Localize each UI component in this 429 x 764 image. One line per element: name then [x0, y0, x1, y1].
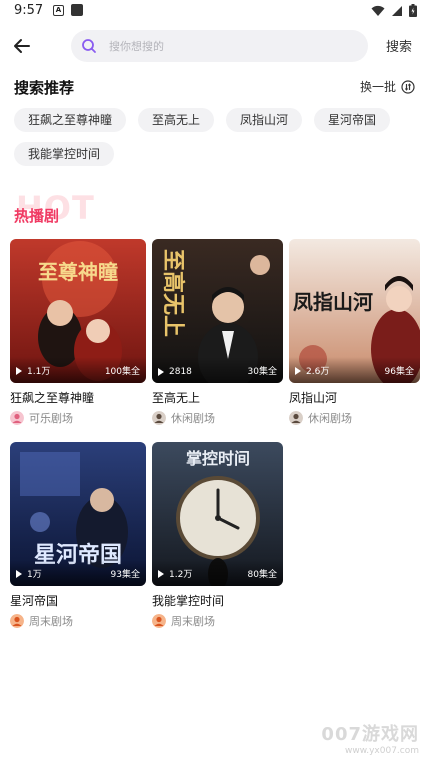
drama-card[interactable]: 掌控时间 1.2万 80集全 我能掌控时间 周末剧场: [152, 442, 283, 629]
back-button[interactable]: [10, 34, 34, 58]
status-icons: [371, 4, 417, 17]
notification-a-icon: A: [53, 5, 64, 16]
studio-avatar: [10, 614, 24, 628]
drama-title[interactable]: 狂飙之至尊神瞳: [10, 389, 146, 406]
watermark-url: www.yx007.com: [344, 746, 419, 756]
drama-card[interactable]: 凤指山河 2.6万 96集全 凤指山河 休闲剧场: [289, 239, 420, 426]
poster-title-text: 掌控时间: [186, 449, 250, 468]
signal-icon: [392, 5, 402, 16]
play-icon: [158, 569, 164, 578]
play-count: 1.2万: [158, 567, 192, 580]
site-watermark: 007游戏网 www.yx007.com: [321, 720, 419, 756]
back-arrow-icon: [14, 39, 30, 53]
play-count-value: 2818: [169, 367, 192, 377]
play-count: 1.1万: [16, 364, 50, 377]
poster-title-text: 凤指山河: [293, 290, 373, 314]
refresh-label: 换一批: [360, 80, 397, 94]
play-icon: [295, 366, 301, 375]
studio-row: 周末剧场: [10, 613, 146, 629]
play-icon: [16, 569, 22, 578]
drama-title[interactable]: 我能掌控时间: [152, 592, 283, 609]
drama-card[interactable]: 星河帝国 1万 93集全 星河帝国 周末剧场: [10, 442, 146, 629]
episode-count: 80集全: [247, 570, 277, 580]
drama-poster[interactable]: 星河帝国 1万 93集全: [10, 442, 146, 586]
studio-row: 可乐剧场: [10, 410, 146, 426]
drama-grid: 至尊神瞳 1.1万 100集全 狂飙之至尊神瞳 可乐剧场 至高无上 2818 3…: [10, 239, 420, 629]
drama-title[interactable]: 凤指山河: [289, 389, 420, 406]
play-count-value: 1.1万: [27, 367, 51, 377]
studio-avatar: [10, 411, 24, 425]
drama-card[interactable]: 至尊神瞳 1.1万 100集全 狂飙之至尊神瞳 可乐剧场: [10, 239, 146, 426]
episode-count: 100集全: [104, 367, 140, 377]
studio-row: 周末剧场: [152, 613, 283, 629]
studio-avatar: [152, 411, 166, 425]
studio-name: 休闲剧场: [308, 412, 352, 425]
play-icon: [158, 368, 164, 376]
drama-poster[interactable]: 掌控时间 1.2万 80集全: [152, 442, 283, 586]
hot-section-header: HOT 热播剧: [14, 191, 114, 231]
studio-name: 可乐剧场: [29, 412, 73, 425]
drama-poster[interactable]: 至高无上 2818 30集全: [152, 239, 283, 383]
search-header: 搜索: [0, 30, 429, 62]
recommend-chip[interactable]: 星河帝国: [314, 108, 391, 132]
notification-square-icon: [71, 4, 83, 16]
drama-title[interactable]: 星河帝国: [10, 592, 146, 609]
refresh-icon: [401, 79, 415, 94]
drama-title[interactable]: 至高无上: [152, 389, 283, 406]
recommend-chips: 狂飙之至尊神瞳 至高无上 凤指山河 星河帝国 我能掌控时间: [14, 108, 419, 166]
drama-card[interactable]: 至高无上 2818 30集全 至高无上 休闲剧场: [152, 239, 283, 426]
episode-count: 96集全: [384, 367, 414, 377]
recommend-title: 搜索推荐: [14, 79, 75, 97]
play-count-value: 1.2万: [169, 570, 193, 580]
status-bar: 9:57 A: [0, 0, 429, 24]
studio-avatar: [289, 411, 303, 425]
play-count: 2818: [158, 367, 192, 377]
wifi-icon: [371, 5, 385, 16]
studio-row: 休闲剧场: [289, 410, 420, 426]
recommend-chip[interactable]: 凤指山河: [226, 108, 303, 132]
search-box[interactable]: [71, 30, 368, 62]
studio-row: 休闲剧场: [152, 410, 283, 426]
battery-icon: [409, 4, 417, 17]
poster-title-text: 至高无上: [160, 249, 186, 337]
recommend-chip[interactable]: 至高无上: [138, 108, 215, 132]
play-count-value: 1万: [27, 570, 42, 580]
studio-name: 周末剧场: [171, 615, 215, 628]
studio-name: 周末剧场: [29, 615, 73, 628]
status-time: 9:57: [14, 3, 44, 18]
episode-count: 30集全: [247, 367, 277, 377]
play-count-value: 2.6万: [306, 367, 330, 377]
episode-count: 93集全: [110, 570, 140, 580]
play-icon: [16, 366, 22, 375]
refresh-button[interactable]: 换一批: [360, 78, 415, 95]
search-button[interactable]: 搜索: [386, 36, 412, 55]
watermark-main: 007游戏网: [321, 724, 419, 745]
drama-poster[interactable]: 至尊神瞳 1.1万 100集全: [10, 239, 146, 383]
studio-avatar: [152, 614, 166, 628]
recommend-chip[interactable]: 我能掌控时间: [14, 142, 115, 166]
poster-title-text: 至尊神瞳: [38, 260, 118, 284]
search-icon: [82, 39, 96, 53]
play-count: 1万: [16, 567, 42, 580]
drama-poster[interactable]: 凤指山河 2.6万 96集全: [289, 239, 420, 383]
hot-section-title: 热播剧: [14, 207, 60, 225]
studio-name: 休闲剧场: [171, 412, 215, 425]
recommend-chip[interactable]: 狂飙之至尊神瞳: [14, 108, 127, 132]
play-count: 2.6万: [295, 364, 329, 377]
search-input[interactable]: [109, 37, 349, 55]
